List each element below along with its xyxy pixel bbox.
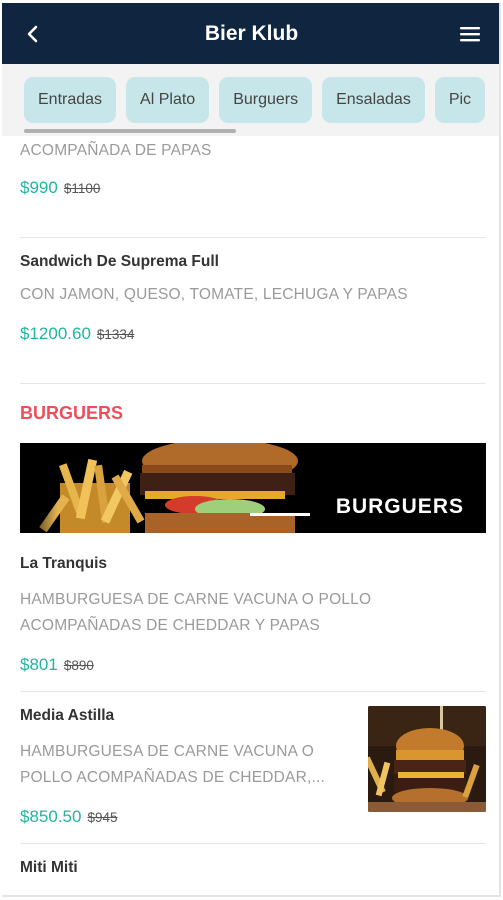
item-price-row: $990 $1100: [20, 178, 100, 198]
tabs-scroll-indicator[interactable]: [24, 129, 236, 133]
item-price-row: $850.50 $945: [20, 807, 118, 827]
burger-photo-image: [368, 706, 486, 812]
app-title: Bier Klub: [204, 21, 299, 45]
tab-label: Burguers: [233, 91, 299, 108]
tab-burguers[interactable]: Burguers: [219, 77, 313, 123]
item-name: Sandwich De Suprema Full: [20, 253, 219, 270]
item-old-price: $945: [87, 810, 118, 825]
item-price-row: $1200.60 $1334: [20, 324, 134, 344]
section-title: BURGUERS: [20, 403, 124, 423]
tab-pic[interactable]: Pic: [434, 77, 486, 123]
burger-fries-image: [20, 443, 486, 533]
item-name: La Tranquis: [20, 555, 107, 572]
item-price: $1200.60: [20, 324, 91, 343]
item-old-price: $1334: [96, 327, 135, 342]
item-description: CON JAMON, QUESO, TOMATE, LECHUGA Y PAPA…: [20, 286, 408, 303]
banner-title: BURGUERS: [335, 495, 464, 518]
divider: [20, 237, 486, 238]
tab-label: Entradas: [38, 91, 103, 108]
divider: [20, 843, 486, 844]
item-name: Media Astilla: [20, 707, 115, 724]
item-old-price: $1100: [63, 181, 101, 196]
app-frame: Bier Klub Entradas Al Plato Burguers Ens…: [2, 3, 501, 897]
section-banner: BURGUERS: [20, 443, 486, 533]
item-name: Miti Miti: [20, 859, 78, 876]
item-description-line: ACOMPAÑADAS DE CHEDDAR Y PAPAS: [20, 617, 321, 634]
item-price-row: $801 $890: [20, 655, 94, 675]
item-old-price: $890: [63, 658, 94, 673]
category-tabs: Entradas Al Plato Burguers Ensaladas Pic: [2, 64, 499, 136]
tab-label: Al Plato: [140, 91, 196, 108]
divider: [20, 383, 486, 384]
item-description: ACOMPAÑADA DE PAPAS: [20, 142, 212, 159]
item-price: $990: [20, 178, 58, 197]
tab-label: Ensaladas: [336, 91, 411, 108]
item-description-line: HAMBURGUESA DE CARNE VACUNA O: [20, 743, 315, 760]
chevron-left-icon: [27, 25, 38, 43]
banner-decoration-line: [250, 513, 310, 516]
menu-button[interactable]: [453, 17, 487, 51]
item-description-line: POLLO ACOMPAÑADAS DE CHEDDAR,...: [20, 769, 325, 786]
tab-entradas[interactable]: Entradas: [24, 77, 117, 123]
item-thumbnail[interactable]: [368, 706, 486, 812]
item-price: $801: [20, 655, 58, 674]
divider: [20, 691, 486, 692]
item-description-line: HAMBURGUESA DE CARNE VACUNA O POLLO: [20, 591, 372, 608]
item-price: $850.50: [20, 807, 82, 826]
tab-ensaladas[interactable]: Ensaladas: [322, 77, 425, 123]
back-button[interactable]: [16, 17, 50, 51]
menu-item-sandwich-suprema[interactable]: Sandwich De Suprema Full CON JAMON, QUES…: [20, 249, 490, 369]
top-app-bar: Bier Klub: [2, 3, 499, 64]
hamburger-menu-icon: [460, 27, 480, 42]
menu-item-partial[interactable]: ACOMPAÑADA DE PAPAS $990 $1100: [20, 136, 490, 236]
tab-al-plato[interactable]: Al Plato: [126, 77, 210, 123]
menu-item-miti-miti[interactable]: Miti Miti: [20, 855, 490, 895]
menu-item-la-tranquis[interactable]: La Tranquis HAMBURGUESA DE CARNE VACUNA …: [20, 551, 490, 679]
tab-label: Pic: [448, 91, 472, 108]
